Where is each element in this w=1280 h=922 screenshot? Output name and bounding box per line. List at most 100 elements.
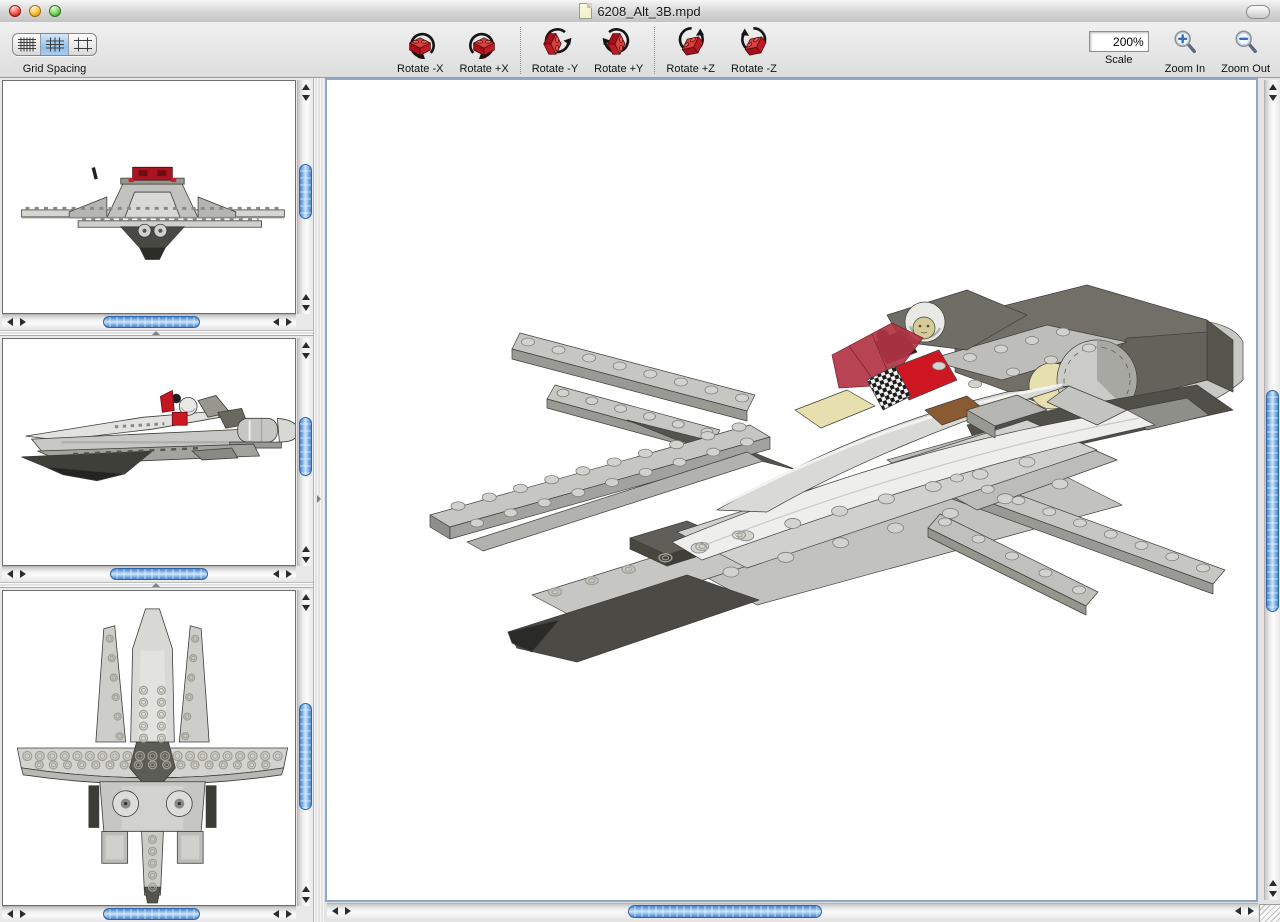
vertical-scrollbar[interactable] bbox=[297, 80, 313, 314]
zoom-out-icon bbox=[1233, 29, 1259, 60]
scroll-up-button[interactable] bbox=[298, 291, 313, 302]
scroll-left-button[interactable] bbox=[269, 567, 282, 581]
scale-input[interactable] bbox=[1088, 31, 1149, 52]
vertical-scrollbar[interactable] bbox=[297, 590, 313, 906]
main-horizontal-scrollbar[interactable] bbox=[327, 903, 1258, 919]
top-view-canvas[interactable] bbox=[2, 590, 296, 906]
rotate-brick-icon bbox=[403, 27, 437, 62]
grid-coarse-segment[interactable] bbox=[69, 34, 96, 55]
app-window: 6208_Alt_3B.mpd Grid Spacing Rotate -X R… bbox=[0, 0, 1280, 922]
scroll-up-button[interactable] bbox=[298, 591, 313, 602]
scroll-left-button[interactable] bbox=[269, 907, 282, 921]
scale-control: Scale bbox=[1088, 27, 1149, 66]
scroll-left-button[interactable] bbox=[328, 904, 341, 918]
side-view-canvas[interactable] bbox=[2, 338, 296, 566]
toolbar: Grid Spacing Rotate -X Rotate +X Rotate … bbox=[0, 22, 1280, 78]
rotate-brick-icon bbox=[538, 27, 572, 62]
minimize-button[interactable] bbox=[29, 5, 41, 17]
close-button[interactable] bbox=[9, 5, 21, 17]
rotate-brick-icon bbox=[674, 26, 708, 62]
horizontal-scrollbar[interactable] bbox=[2, 566, 296, 581]
rotate-plus-z-button[interactable]: Rotate +Z bbox=[666, 26, 715, 75]
window-controls bbox=[9, 5, 61, 17]
rotate-minus-z-button[interactable]: Rotate -Z bbox=[731, 26, 777, 75]
medium-grid-icon bbox=[45, 37, 64, 51]
horizontal-scrollbar[interactable] bbox=[2, 314, 296, 329]
scrollbar-thumb[interactable] bbox=[103, 316, 200, 328]
scroll-down-button[interactable] bbox=[298, 350, 313, 361]
scroll-up-button[interactable] bbox=[298, 81, 313, 92]
scroll-right-button[interactable] bbox=[341, 904, 354, 918]
scroll-left-button[interactable] bbox=[1231, 904, 1244, 918]
splitter-grip-icon bbox=[152, 583, 160, 587]
scroll-up-button[interactable] bbox=[298, 543, 313, 554]
toolbar-separator bbox=[654, 27, 656, 74]
toolbar-separator bbox=[519, 27, 521, 74]
scroll-left-button[interactable] bbox=[3, 567, 16, 581]
zoom-in-button[interactable]: Zoom In bbox=[1165, 27, 1205, 75]
scroll-right-button[interactable] bbox=[16, 907, 29, 921]
scroll-right-button[interactable] bbox=[1244, 904, 1257, 918]
main-viewport bbox=[325, 78, 1280, 922]
scroll-up-button[interactable] bbox=[1265, 81, 1280, 92]
scroll-down-button[interactable] bbox=[298, 302, 313, 313]
scroll-right-button[interactable] bbox=[282, 907, 295, 921]
main-vertical-scrollbar[interactable] bbox=[1264, 80, 1280, 900]
scrollbar-thumb[interactable] bbox=[299, 164, 312, 219]
rotate-plus-x-button[interactable]: Rotate +X bbox=[459, 27, 509, 75]
rotate-minus-y-button[interactable]: Rotate -Y bbox=[532, 27, 578, 75]
scroll-up-button[interactable] bbox=[1265, 877, 1280, 888]
splitter-grip-icon bbox=[152, 331, 160, 335]
grid-fine-segment[interactable] bbox=[13, 33, 41, 55]
scroll-left-button[interactable] bbox=[3, 907, 16, 921]
grid-spacing-control: Grid Spacing bbox=[12, 27, 97, 75]
scrollbar-thumb[interactable] bbox=[299, 417, 312, 476]
coarse-grid-icon bbox=[73, 37, 92, 51]
rotate-brick-icon bbox=[602, 27, 636, 62]
vertical-scrollbar[interactable] bbox=[297, 338, 313, 566]
titlebar: 6208_Alt_3B.mpd bbox=[0, 0, 1280, 23]
scroll-up-button[interactable] bbox=[298, 339, 313, 350]
scrollbar-thumb[interactable] bbox=[299, 703, 312, 810]
window-resize-grip[interactable] bbox=[1259, 904, 1280, 922]
scroll-right-button[interactable] bbox=[282, 315, 295, 329]
scrollbar-thumb[interactable] bbox=[110, 568, 208, 580]
scroll-right-button[interactable] bbox=[16, 567, 29, 581]
grid-medium-segment[interactable] bbox=[41, 33, 69, 55]
front-view-canvas[interactable] bbox=[2, 80, 296, 314]
viewport-panel-side bbox=[0, 336, 313, 582]
viewport-panel-top bbox=[0, 588, 313, 922]
rotate-plus-y-button[interactable]: Rotate +Y bbox=[594, 27, 643, 75]
scroll-right-button[interactable] bbox=[282, 567, 295, 581]
zoom-window-button[interactable] bbox=[49, 5, 61, 17]
fine-grid-icon bbox=[17, 37, 36, 51]
scroll-down-button[interactable] bbox=[298, 554, 313, 565]
window-title: 6208_Alt_3B.mpd bbox=[597, 3, 701, 19]
scroll-down-button[interactable] bbox=[298, 92, 313, 103]
scrollbar-thumb[interactable] bbox=[1266, 390, 1279, 612]
viewport-panel-front bbox=[0, 78, 313, 330]
panel-splitter-vertical[interactable] bbox=[313, 78, 325, 922]
toolbar-toggle-button[interactable] bbox=[1246, 5, 1270, 19]
scroll-down-button[interactable] bbox=[298, 602, 313, 613]
model-3d-view[interactable] bbox=[325, 78, 1258, 902]
content-area bbox=[0, 78, 1280, 922]
rotate-brick-icon bbox=[467, 27, 501, 62]
scroll-up-button[interactable] bbox=[298, 883, 313, 894]
splitter-grip-icon bbox=[317, 495, 321, 503]
scroll-down-button[interactable] bbox=[298, 894, 313, 905]
scrollbar-thumb[interactable] bbox=[628, 905, 822, 918]
zoom-in-icon bbox=[1172, 29, 1198, 60]
scroll-down-button[interactable] bbox=[1265, 888, 1280, 899]
document-proxy-icon[interactable] bbox=[579, 3, 593, 19]
horizontal-scrollbar[interactable] bbox=[2, 906, 296, 921]
rotate-minus-x-button[interactable]: Rotate -X bbox=[397, 27, 443, 75]
scrollbar-thumb[interactable] bbox=[103, 908, 200, 920]
scroll-left-button[interactable] bbox=[3, 315, 16, 329]
scale-label: Scale bbox=[1104, 54, 1133, 66]
zoom-out-button[interactable]: Zoom Out bbox=[1221, 27, 1270, 75]
scroll-down-button[interactable] bbox=[1265, 92, 1280, 103]
scroll-right-button[interactable] bbox=[16, 315, 29, 329]
rotate-brick-icon bbox=[737, 26, 771, 62]
scroll-left-button[interactable] bbox=[269, 315, 282, 329]
